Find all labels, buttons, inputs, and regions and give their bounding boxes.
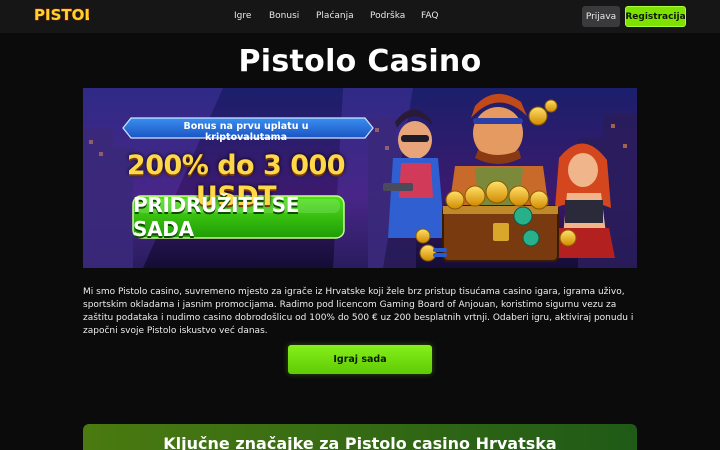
nav-item-placanja[interactable]: Plaćanja xyxy=(316,11,354,21)
nav-item-faq[interactable]: FAQ xyxy=(421,11,438,21)
login-button[interactable]: Prijava xyxy=(582,6,620,27)
nav-item-bonusi[interactable]: Bonusi xyxy=(269,11,299,21)
promo-label: Bonus na prvu uplatu u kriptovalutama xyxy=(183,121,309,143)
promo-banner[interactable]: Bonus na prvu uplatu u kriptovalutama 20… xyxy=(83,88,637,268)
features-section: Ključne značajke za Pistolo casino Hrvat… xyxy=(83,424,637,450)
top-header: PISTOLO Igre Bonusi Plaćanja Podrška FAQ… xyxy=(0,0,720,33)
features-title: Ključne značajke za Pistolo casino Hrvat… xyxy=(163,434,557,450)
svg-text:PISTOLO: PISTOLO xyxy=(34,6,89,24)
register-button[interactable]: Registracija xyxy=(625,6,686,27)
play-now-button[interactable]: Igraj sada xyxy=(288,345,432,374)
casino-description: Mi smo Pistolo casino, suvremeno mjesto … xyxy=(83,287,634,336)
page-title: Pistolo Casino xyxy=(238,44,482,79)
pistolo-logo[interactable]: PISTOLO xyxy=(33,3,89,27)
promo-join-button[interactable]: PRIDRUŽITE SE SADA xyxy=(133,193,344,241)
nav-item-podrska[interactable]: Podrška xyxy=(370,11,405,21)
nav-item-igre[interactable]: Igre xyxy=(234,11,251,21)
